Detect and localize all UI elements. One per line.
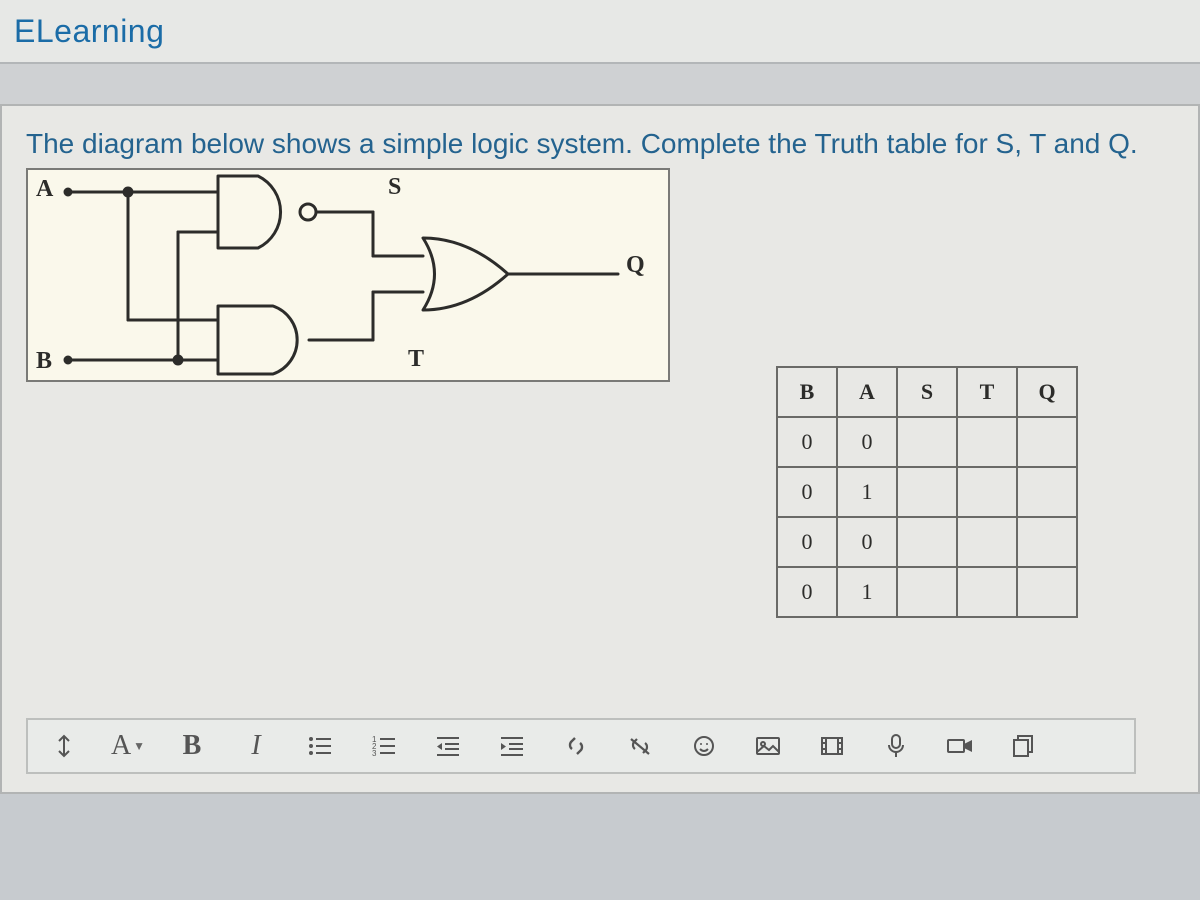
truth-cell: 0 <box>837 417 897 467</box>
image-icon <box>755 735 781 757</box>
table-row: 0 1 <box>777 567 1077 617</box>
truth-cell: 0 <box>777 467 837 517</box>
table-row: 0 0 <box>777 517 1077 567</box>
logic-circuit-diagram: A B S T Q <box>26 168 670 382</box>
unlink-button[interactable] <box>612 724 668 768</box>
insert-image-button[interactable] <box>740 724 796 768</box>
truth-cell[interactable] <box>1017 467 1077 517</box>
chevron-down-icon: ▼ <box>133 739 145 754</box>
truth-table-header: S <box>897 367 957 417</box>
insert-emoji-button[interactable] <box>676 724 732 768</box>
italic-label: I <box>251 730 260 762</box>
insert-link-button[interactable] <box>548 724 604 768</box>
truth-table-header: T <box>957 367 1017 417</box>
text-direction-icon <box>53 733 75 759</box>
text-direction-button[interactable] <box>36 724 92 768</box>
editor-toolbar: A▼ B I 123 <box>26 718 1136 774</box>
truth-cell[interactable] <box>1017 417 1077 467</box>
truth-cell[interactable] <box>957 517 1017 567</box>
table-row: 0 0 <box>777 417 1077 467</box>
font-color-label: A <box>111 730 131 762</box>
unlink-icon <box>627 735 653 757</box>
link-icon <box>563 735 589 757</box>
truth-table: B A S T Q 0 0 0 1 0 <box>776 366 1078 618</box>
question-card: The diagram below shows a simple logic s… <box>0 104 1200 794</box>
decrease-indent-button[interactable] <box>420 724 476 768</box>
record-audio-button[interactable] <box>868 724 924 768</box>
smiley-icon <box>692 734 716 758</box>
truth-cell: 0 <box>777 417 837 467</box>
diagram-label-s: S <box>388 174 401 201</box>
app-title: ELearning <box>14 13 164 50</box>
outdent-icon <box>435 735 461 757</box>
diagram-label-t: T <box>408 346 424 373</box>
truth-cell[interactable] <box>957 417 1017 467</box>
diagram-label-a: A <box>36 176 53 203</box>
camera-icon <box>946 736 974 756</box>
bulleted-list-button[interactable] <box>292 724 348 768</box>
truth-table-header: B <box>777 367 837 417</box>
question-prompt: The diagram below shows a simple logic s… <box>26 128 1174 160</box>
files-icon <box>1011 734 1037 758</box>
truth-cell[interactable] <box>897 467 957 517</box>
truth-table-header-row: B A S T Q <box>777 367 1077 417</box>
page-header: ELearning <box>0 0 1200 64</box>
film-icon <box>819 735 845 757</box>
truth-cell: 1 <box>837 567 897 617</box>
truth-table-header: A <box>837 367 897 417</box>
truth-cell[interactable] <box>957 467 1017 517</box>
truth-cell[interactable] <box>1017 517 1077 567</box>
bold-label: B <box>183 730 202 762</box>
insert-media-button[interactable] <box>804 724 860 768</box>
circuit-svg <box>28 170 668 380</box>
truth-cell[interactable] <box>897 567 957 617</box>
truth-cell: 0 <box>777 567 837 617</box>
record-video-button[interactable] <box>932 724 988 768</box>
table-row: 0 1 <box>777 467 1077 517</box>
numbered-list-icon: 123 <box>371 735 397 757</box>
numbered-list-button[interactable]: 123 <box>356 724 412 768</box>
truth-cell[interactable] <box>1017 567 1077 617</box>
increase-indent-button[interactable] <box>484 724 540 768</box>
indent-icon <box>499 735 525 757</box>
bold-button[interactable]: B <box>164 724 220 768</box>
diagram-label-b: B <box>36 348 52 375</box>
manage-files-button[interactable] <box>996 724 1052 768</box>
font-color-button[interactable]: A▼ <box>100 724 156 768</box>
truth-cell[interactable] <box>897 517 957 567</box>
diagram-label-q: Q <box>626 252 645 279</box>
truth-table-header: Q <box>1017 367 1077 417</box>
header-spacer <box>0 64 1200 104</box>
bullet-list-icon <box>307 735 333 757</box>
truth-cell: 0 <box>837 517 897 567</box>
truth-cell[interactable] <box>897 417 957 467</box>
truth-cell[interactable] <box>957 567 1017 617</box>
italic-button[interactable]: I <box>228 724 284 768</box>
truth-cell: 1 <box>837 467 897 517</box>
svg-text:3: 3 <box>372 749 377 757</box>
mic-icon <box>886 733 906 759</box>
truth-cell: 0 <box>777 517 837 567</box>
